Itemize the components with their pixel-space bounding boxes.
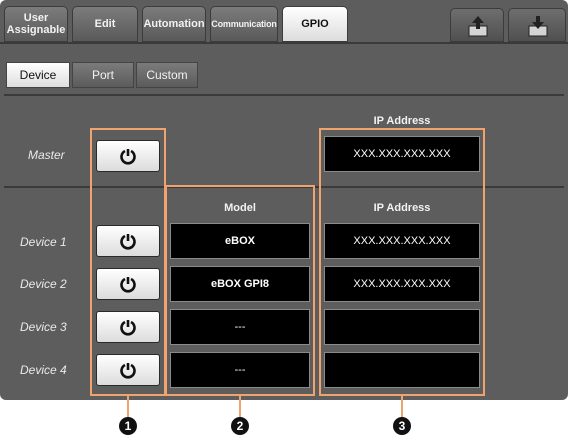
callout-3: 3 — [393, 417, 411, 435]
device-label: Device 2 — [20, 277, 67, 291]
highlight-ip-column — [319, 128, 485, 396]
subtab-device[interactable]: Device — [6, 62, 70, 88]
callout-leader — [239, 396, 241, 418]
callout-leader — [127, 396, 129, 418]
device-label: Device 3 — [20, 320, 67, 334]
master-label: Master — [28, 148, 65, 162]
callout-2: 2 — [231, 417, 249, 435]
tab-edit[interactable]: Edit — [72, 6, 138, 42]
device-label: Device 1 — [20, 235, 67, 249]
tab-communication[interactable]: Communication — [210, 6, 278, 42]
import-button[interactable] — [508, 8, 566, 42]
highlight-power-column — [90, 128, 166, 396]
callout-1: 1 — [119, 417, 137, 435]
callout-leader — [401, 396, 403, 418]
tab-divider — [0, 42, 568, 44]
device-label: Device 4 — [20, 363, 67, 377]
tab-automation[interactable]: Automation — [142, 6, 206, 42]
subtab-port[interactable]: Port — [72, 62, 134, 88]
tab-user-assignable[interactable]: User Assignable — [4, 6, 68, 42]
export-button[interactable] — [450, 8, 504, 42]
subtab-custom[interactable]: Custom — [136, 62, 198, 88]
tab-gpio[interactable]: GPIO — [282, 6, 348, 42]
export-icon — [468, 16, 488, 37]
highlight-model-column — [165, 185, 315, 396]
import-icon — [528, 16, 548, 37]
master-ip-header: IP Address — [373, 115, 431, 127]
section-divider — [4, 94, 564, 96]
